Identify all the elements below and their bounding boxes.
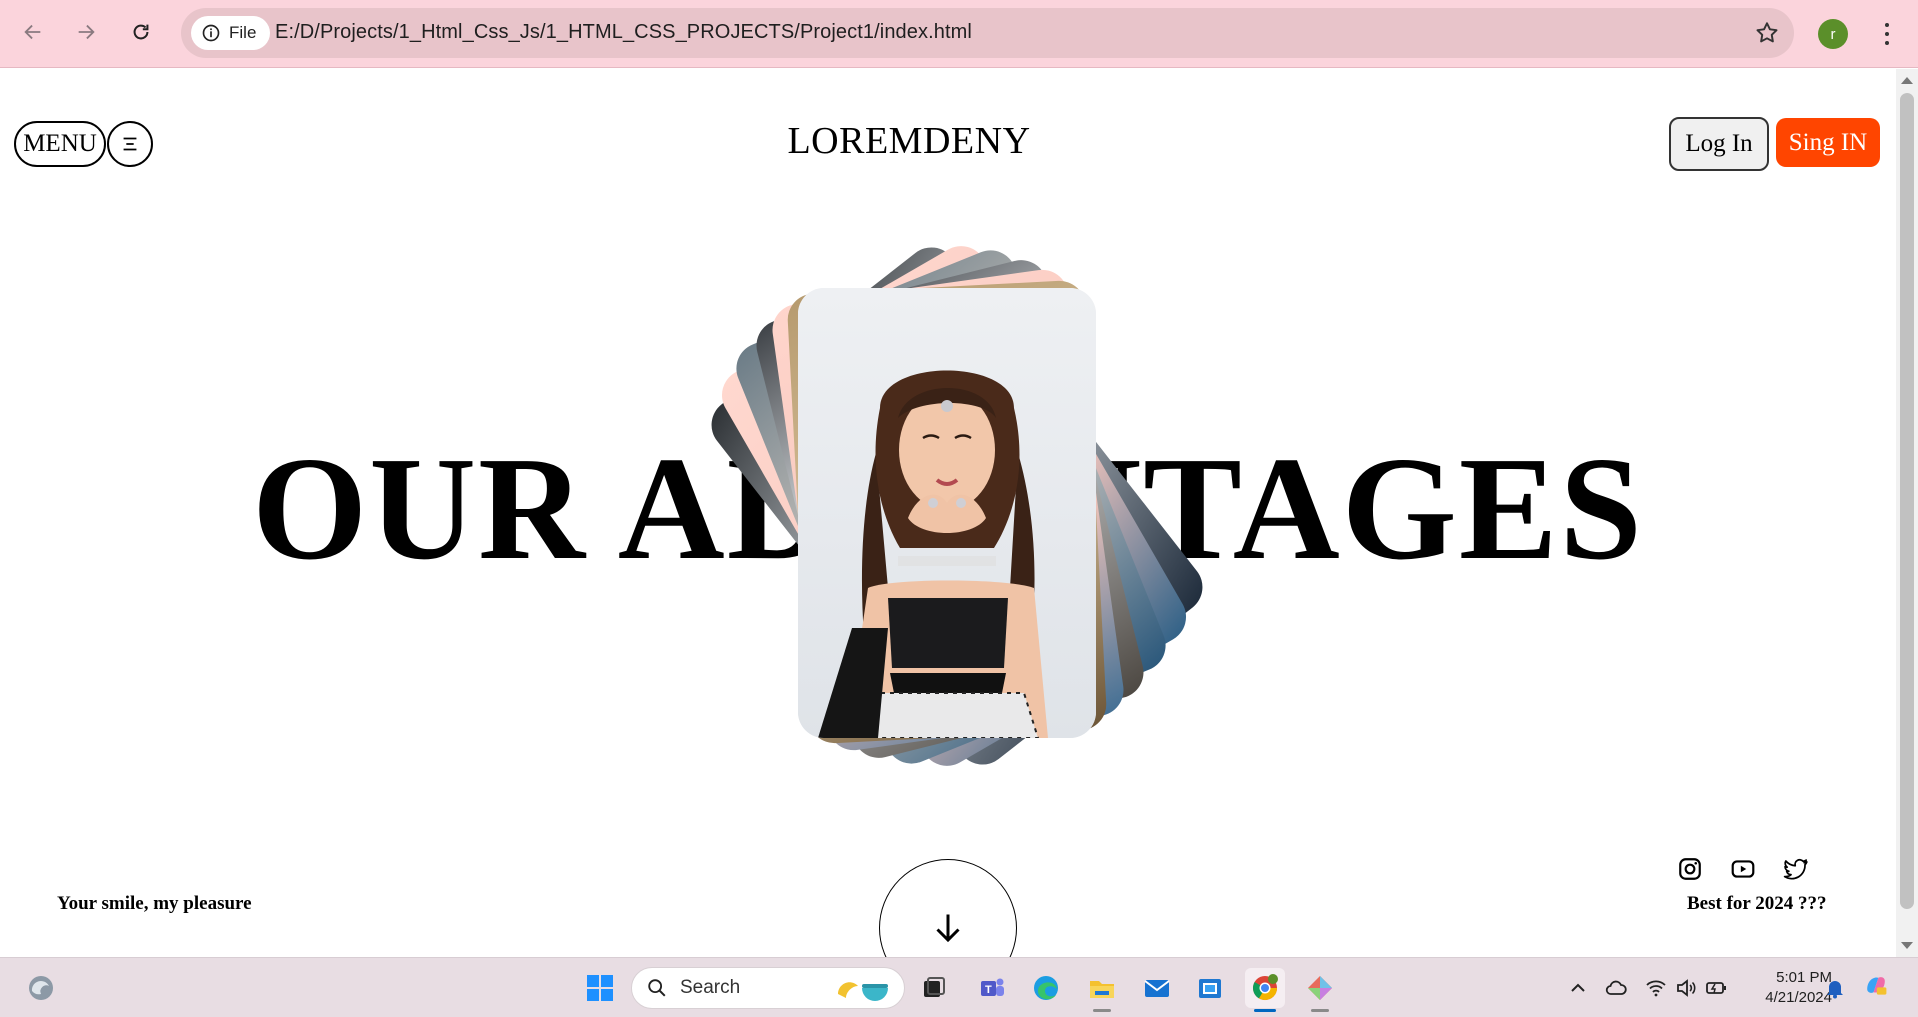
clock-time: 5:01 PM [1776, 969, 1832, 986]
svg-text:T: T [985, 984, 992, 996]
mail-icon [1144, 980, 1170, 997]
page-viewport: MENU LOREMDENY Log In Sing IN OUR ADVANT… [0, 69, 1896, 957]
login-button[interactable]: Log In [1669, 117, 1769, 171]
chevron-up-icon [1571, 983, 1585, 992]
scroll-down-arrow[interactable] [1901, 942, 1913, 949]
bell-icon [1827, 981, 1843, 999]
arrow-right-icon [78, 24, 95, 40]
address-bar[interactable]: File E:/D/Projects/1_Html_Css_Js/1_HTML_… [181, 8, 1794, 58]
onedrive-status[interactable] [1604, 976, 1628, 1000]
scroll-down-button[interactable] [879, 859, 1017, 957]
search-icon [648, 979, 666, 997]
url-text[interactable]: E:/D/Projects/1_Html_Css_Js/1_HTML_CSS_P… [275, 21, 972, 44]
portrait-photo-card [798, 288, 1096, 738]
info-icon [202, 24, 220, 42]
page-scrollbar[interactable] [1896, 69, 1918, 957]
twitter-icon [1783, 858, 1808, 880]
tagline: Your smile, my pleasure [57, 893, 252, 914]
back-button[interactable] [15, 14, 51, 50]
wifi-status[interactable] [1644, 976, 1668, 1000]
copilot-icon [1867, 977, 1887, 995]
forward-button[interactable] [68, 14, 104, 50]
edge-app[interactable] [1026, 968, 1066, 1008]
portrait-image [798, 288, 1096, 738]
instagram-icon [1679, 858, 1701, 880]
file-explorer-app[interactable] [1082, 968, 1122, 1008]
volume-status[interactable] [1674, 976, 1698, 1000]
chrome-app[interactable] [1245, 968, 1285, 1008]
youtube-icon [1731, 860, 1755, 878]
git-app[interactable] [1300, 968, 1340, 1008]
browser-menu-button[interactable] [1877, 18, 1897, 50]
task-view-icon [924, 977, 945, 997]
system-clock[interactable]: 5:01 PM 4/21/2024 [1740, 968, 1832, 1008]
store-icon [1199, 979, 1221, 998]
instagram-link[interactable] [1677, 856, 1703, 882]
copilot-button[interactable] [1864, 973, 1894, 1003]
profile-avatar[interactable]: r [1818, 19, 1848, 49]
cloud-icon [1605, 980, 1627, 995]
speaker-icon [1677, 979, 1696, 997]
git-tool-icon [1308, 976, 1332, 1000]
taskbar: Search T 5:01 PM 4/21/2024 [0, 957, 1918, 1017]
best-for-text: Best for 2024 ??? [1687, 893, 1827, 914]
site-chip-label: File [229, 23, 257, 42]
edge-icon [1034, 976, 1058, 1000]
site-info-chip[interactable]: File [191, 16, 271, 50]
windows-logo-icon [587, 975, 613, 1001]
git-running-indicator [1311, 1009, 1329, 1012]
folder-icon [1090, 981, 1114, 998]
reload-button[interactable] [123, 14, 159, 50]
wifi-icon [1646, 980, 1666, 997]
signin-button[interactable]: Sing IN [1776, 118, 1880, 167]
bookmark-star-icon[interactable] [1754, 20, 1780, 46]
store-app[interactable] [1190, 968, 1230, 1008]
weather-icon [29, 976, 53, 1000]
scrollbar-thumb[interactable] [1900, 93, 1914, 909]
chrome-icon [1252, 974, 1278, 1001]
battery-icon [1706, 982, 1726, 994]
mail-app[interactable] [1137, 968, 1177, 1008]
search-placeholder: Search [680, 977, 741, 998]
show-hidden-icons-button[interactable] [1566, 976, 1590, 1000]
scroll-up-arrow[interactable] [1901, 77, 1913, 84]
clock-date: 4/21/2024 [1765, 989, 1832, 1006]
browser-toolbar: File E:/D/Projects/1_Html_Css_Js/1_HTML_… [0, 0, 1918, 68]
taskbar-search[interactable]: Search [631, 967, 905, 1009]
site-logo[interactable]: LOREMDENY [0, 119, 1818, 163]
task-view-button[interactable] [914, 968, 954, 1008]
widgets-button[interactable] [21, 968, 61, 1008]
teams-app[interactable]: T [972, 968, 1012, 1008]
search-highlight-icon [838, 982, 888, 1001]
notifications-button[interactable] [1823, 976, 1847, 1000]
twitter-link[interactable] [1783, 856, 1809, 882]
arrow-left-icon [24, 24, 41, 40]
explorer-running-indicator [1093, 1009, 1111, 1012]
youtube-link[interactable] [1730, 856, 1756, 882]
reload-icon [133, 24, 149, 40]
battery-status[interactable] [1704, 976, 1728, 1000]
start-button[interactable] [580, 968, 620, 1008]
teams-icon: T [981, 978, 1004, 996]
arrow-down-icon [936, 914, 960, 943]
chrome-active-indicator [1254, 1009, 1276, 1012]
